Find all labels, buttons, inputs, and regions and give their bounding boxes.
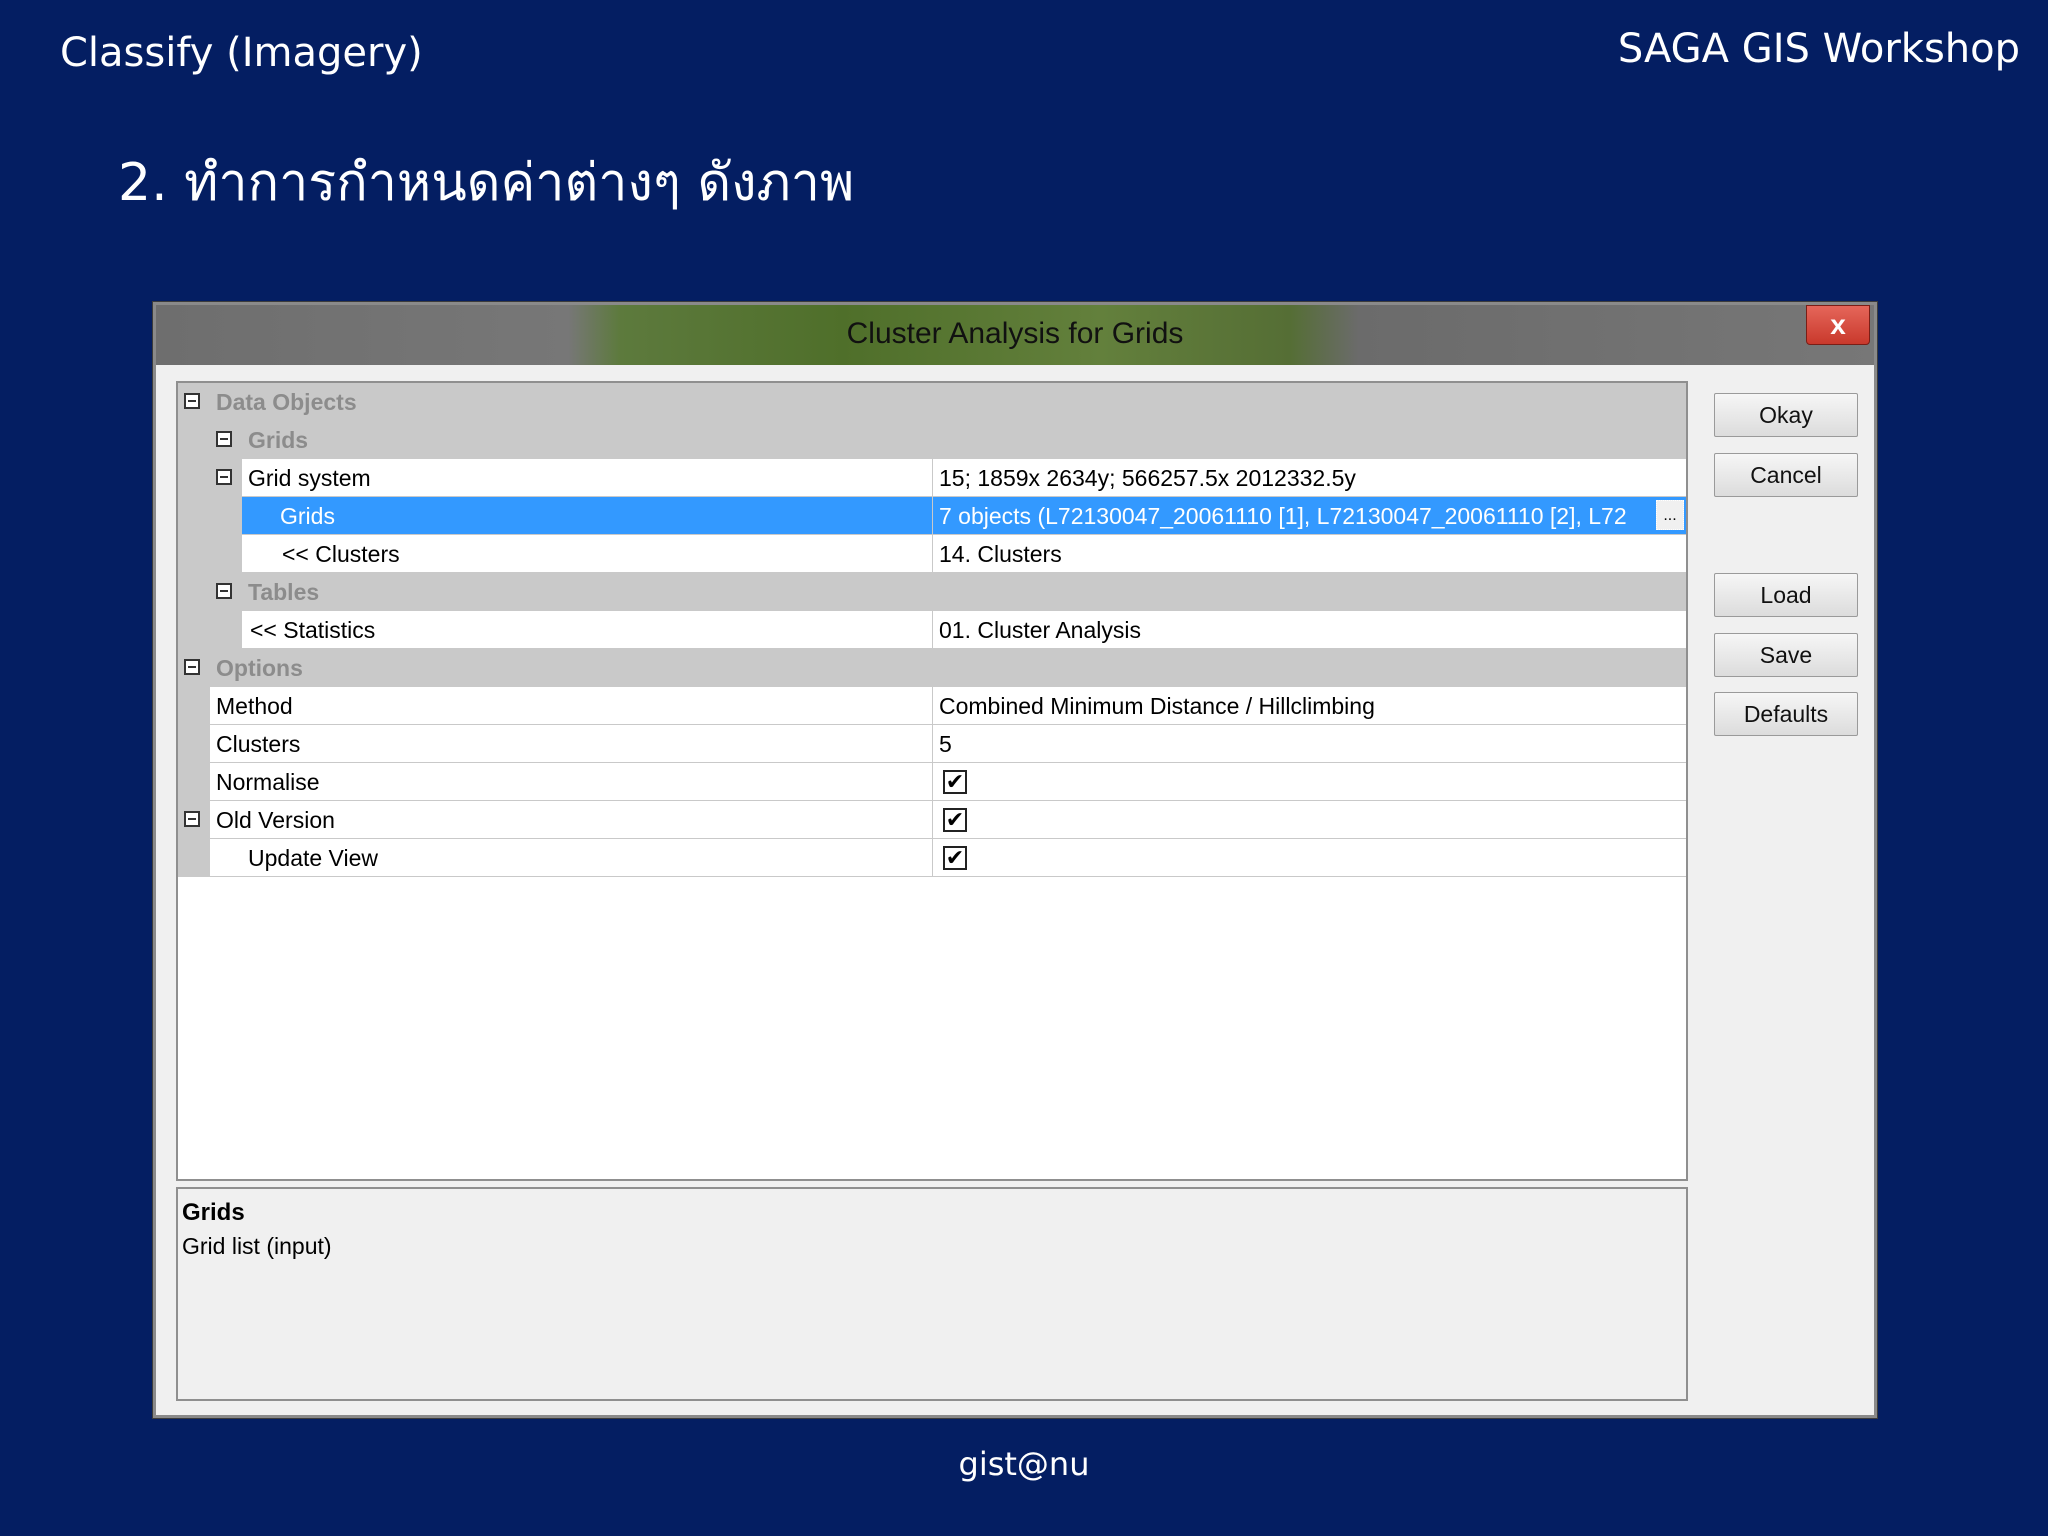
property-value[interactable]: Combined Minimum Distance / Hillclimbing — [933, 687, 1686, 725]
collapse-icon[interactable] — [216, 583, 232, 599]
category-data-objects[interactable]: Data Objects — [178, 383, 1686, 421]
old-version-checkbox[interactable]: ✔ — [943, 808, 967, 832]
collapse-icon[interactable] — [184, 393, 200, 409]
property-name: Grids — [242, 497, 933, 535]
property-grid: Data Objects Grids Grid system 15; 1859x… — [176, 381, 1688, 1181]
property-clusters[interactable]: Clusters 5 — [178, 725, 1686, 763]
slide-step-heading: 2. ทำการกำหนดค่าต่างๆ ดังภาพ — [118, 153, 855, 213]
category-options[interactable]: Options — [178, 649, 1686, 687]
category-label: Grids — [248, 427, 309, 453]
property-old-version[interactable]: Old Version ✔ — [178, 801, 1686, 839]
property-value: ✔ — [933, 801, 1686, 839]
update-view-checkbox[interactable]: ✔ — [943, 846, 967, 870]
defaults-button[interactable]: Defaults — [1714, 692, 1858, 736]
dialog-title: Cluster Analysis for Grids — [846, 317, 1184, 350]
normalise-checkbox[interactable]: ✔ — [943, 770, 967, 794]
category-label: Data Objects — [216, 389, 357, 415]
dialog-client-area: Data Objects Grids Grid system 15; 1859x… — [156, 365, 1874, 1415]
property-name: Method — [210, 687, 933, 725]
property-update-view[interactable]: Update View ✔ — [178, 839, 1686, 877]
collapse-icon[interactable] — [216, 469, 232, 485]
okay-button[interactable]: Okay — [1714, 393, 1858, 437]
cancel-button[interactable]: Cancel — [1714, 453, 1858, 497]
property-grid-system[interactable]: Grid system 15; 1859x 2634y; 566257.5x 2… — [178, 459, 1686, 497]
property-name: << Statistics — [242, 611, 933, 649]
ellipsis-button[interactable]: ... — [1656, 500, 1684, 530]
cluster-analysis-dialog: Cluster Analysis for Grids x Data Object… — [153, 302, 1877, 1418]
category-label: Tables — [248, 579, 320, 605]
property-value: ✔ — [933, 839, 1686, 877]
slide-section-title: Classify (Imagery) — [60, 30, 423, 76]
category-label: Options — [216, 655, 303, 681]
slide-footer: gist@nu — [958, 1445, 1090, 1483]
category-tables[interactable]: Tables — [178, 573, 1686, 611]
property-clusters-output[interactable]: << Clusters 14. Clusters — [178, 535, 1686, 573]
property-value[interactable]: 7 objects (L72130047_20061110 [1], L7213… — [933, 497, 1686, 535]
property-name: Grid system — [242, 459, 933, 497]
collapse-icon[interactable] — [184, 659, 200, 675]
property-value[interactable]: 15; 1859x 2634y; 566257.5x 2012332.5y — [933, 459, 1686, 497]
collapse-icon[interactable] — [216, 431, 232, 447]
property-statistics-output[interactable]: << Statistics 01. Cluster Analysis — [178, 611, 1686, 649]
load-button[interactable]: Load — [1714, 573, 1858, 617]
property-normalise[interactable]: Normalise ✔ — [178, 763, 1686, 801]
description-text: Grid list (input) — [182, 1233, 332, 1259]
category-grids[interactable]: Grids — [178, 421, 1686, 459]
save-button[interactable]: Save — [1714, 633, 1858, 677]
property-name: Normalise — [210, 763, 933, 801]
property-name: << Clusters — [242, 535, 933, 573]
description-heading: Grids — [182, 1199, 245, 1226]
collapse-icon[interactable] — [184, 811, 200, 827]
slide-brand-title: SAGA GIS Workshop — [1617, 26, 2020, 72]
property-name: Clusters — [210, 725, 933, 763]
property-value: ✔ — [933, 763, 1686, 801]
description-panel: Grids Grid list (input) — [176, 1187, 1688, 1401]
property-value[interactable]: 5 — [933, 725, 1686, 763]
property-grids[interactable]: Grids 7 objects (L72130047_20061110 [1],… — [178, 497, 1686, 535]
property-method[interactable]: Method Combined Minimum Distance / Hillc… — [178, 687, 1686, 725]
dialog-titlebar[interactable]: Cluster Analysis for Grids x — [156, 305, 1874, 365]
close-button[interactable]: x — [1806, 305, 1870, 345]
property-value[interactable]: 01. Cluster Analysis — [933, 611, 1686, 649]
property-value[interactable]: 14. Clusters — [933, 535, 1686, 573]
property-name: Old Version — [210, 801, 933, 839]
property-name: Update View — [210, 839, 933, 877]
